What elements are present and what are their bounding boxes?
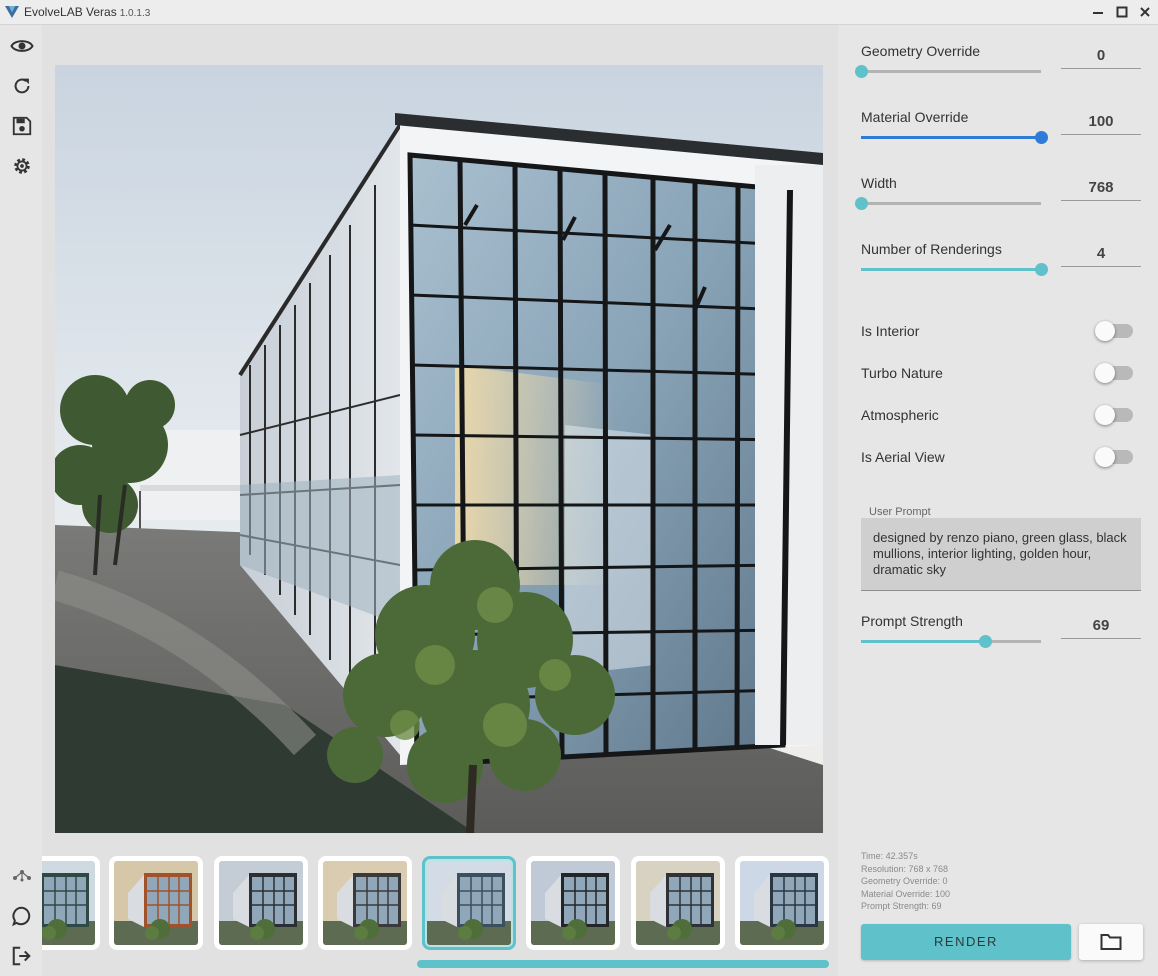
logout-button[interactable] (9, 943, 35, 969)
close-icon (1140, 7, 1150, 17)
gear-icon (14, 158, 30, 174)
number-of-renderings-label: Number of Renderings (861, 241, 1002, 257)
share-button[interactable] (9, 863, 35, 889)
geometry-override-label: Geometry Override (861, 43, 981, 59)
stat-time: Time: 42.357s (861, 851, 918, 861)
settings-button[interactable] (9, 153, 35, 179)
material-override-slider-fill (861, 136, 1041, 139)
width-slider-handle[interactable] (855, 197, 868, 210)
atmospheric-label: Atmospheric (861, 407, 939, 423)
render-thumbnail[interactable] (318, 856, 412, 950)
feedback-button[interactable] (9, 903, 35, 929)
geometry-override-slider-handle[interactable] (855, 65, 868, 78)
atmospheric-toggle[interactable] (1095, 405, 1133, 425)
toggle-knob (1095, 447, 1115, 467)
is-interior-toggle[interactable] (1095, 321, 1133, 341)
number-of-renderings-slider-fill (861, 268, 1041, 271)
refresh-button[interactable] (9, 73, 35, 99)
app-name: EvolveLAB Veras (24, 5, 117, 19)
settings-panel: User Prompt designed by renzo piano, gre… (838, 25, 1158, 976)
preview-button[interactable] (9, 33, 35, 59)
folder-icon (1100, 934, 1122, 950)
number-of-renderings-slider[interactable] (861, 263, 1048, 276)
main-area (42, 25, 838, 976)
stat-geometry-override: Geometry Override: 0 (861, 876, 948, 886)
stat-resolution: Resolution: 768 x 768 (861, 863, 949, 874)
material-override-label: Material Override (861, 109, 969, 125)
prompt-strength-slider[interactable] (861, 635, 1041, 648)
close-button[interactable] (1134, 2, 1156, 22)
thumbnail-image (531, 861, 615, 945)
thumbnail-image (323, 861, 407, 945)
render-stats: Time: 42.357s Resolution: 768 x 768 Geom… (861, 850, 950, 913)
user-prompt-label: User Prompt (869, 506, 931, 518)
left-toolbar (0, 25, 42, 976)
prompt-strength-slider-fill (861, 640, 986, 643)
geometry-override-slider[interactable] (855, 65, 1041, 78)
thumbnail-strip (42, 855, 838, 951)
user-prompt-input[interactable]: designed by renzo piano, green glass, bl… (861, 518, 1141, 591)
thumbnail-image (636, 861, 720, 945)
render-preview-image[interactable] (55, 65, 823, 833)
material-override-value-input[interactable]: 100 (1061, 107, 1141, 135)
share-icon (13, 870, 31, 882)
stat-material-override: Material Override: 100 (861, 888, 951, 899)
logout-icon (12, 946, 31, 966)
stat-prompt-strength: Prompt Strength: 69 (861, 901, 942, 911)
minimize-icon (1093, 12, 1103, 14)
refresh-icon (14, 78, 30, 94)
width-value-input[interactable]: 768 (1061, 173, 1141, 201)
is-interior-label: Is Interior (861, 323, 920, 339)
thumbnail-image (42, 861, 95, 945)
title-bar: EvolveLAB Veras 1.0.1.3 (0, 0, 1158, 25)
render-thumbnail[interactable] (422, 856, 516, 950)
render-thumbnail[interactable] (42, 856, 100, 950)
prompt-strength-value-input[interactable]: 69 (1061, 611, 1141, 639)
maximize-button[interactable] (1111, 2, 1133, 22)
thumbnail-scrollbar[interactable] (417, 960, 829, 968)
prompt-strength-label: Prompt Strength (861, 613, 963, 629)
eye-icon (10, 40, 34, 52)
save-button[interactable] (9, 113, 35, 139)
number-of-renderings-value-input[interactable]: 4 (1061, 239, 1141, 267)
save-icon (12, 116, 32, 136)
render-thumbnail[interactable] (214, 856, 308, 950)
turbo-nature-toggle[interactable] (1095, 363, 1133, 383)
turbo-nature-label: Turbo Nature (861, 365, 943, 381)
thumbnail-image (427, 861, 511, 945)
thumbnail-image (740, 861, 824, 945)
render-thumbnail[interactable] (735, 856, 829, 950)
app-title: EvolveLAB Veras 1.0.1.3 (24, 5, 150, 19)
material-override-slider-handle[interactable] (1035, 131, 1048, 144)
minimize-button[interactable] (1087, 2, 1109, 22)
width-label: Width (861, 175, 897, 191)
is-aerial-view-label: Is Aerial View (861, 449, 945, 465)
material-override-slider[interactable] (861, 131, 1048, 144)
toggle-knob (1095, 363, 1115, 383)
is-aerial-view-toggle[interactable] (1095, 447, 1133, 467)
number-of-renderings-slider-handle[interactable] (1035, 263, 1048, 276)
render-button[interactable]: RENDER (861, 924, 1071, 960)
maximize-icon (1116, 6, 1128, 18)
width-slider[interactable] (855, 197, 1041, 210)
render-thumbnail[interactable] (109, 856, 203, 950)
toggle-knob (1095, 321, 1115, 341)
veras-logo-icon (5, 6, 19, 18)
toggle-knob (1095, 405, 1115, 425)
chat-icon (12, 906, 31, 927)
thumbnail-image (219, 861, 303, 945)
thumbnail-image (114, 861, 198, 945)
geometry-override-value-input[interactable]: 0 (1061, 41, 1141, 69)
open-folder-button[interactable] (1079, 924, 1143, 960)
render-thumbnail[interactable] (526, 856, 620, 950)
prompt-strength-slider-handle[interactable] (979, 635, 993, 648)
app-version: 1.0.1.3 (119, 8, 151, 19)
render-thumbnail[interactable] (631, 856, 725, 950)
